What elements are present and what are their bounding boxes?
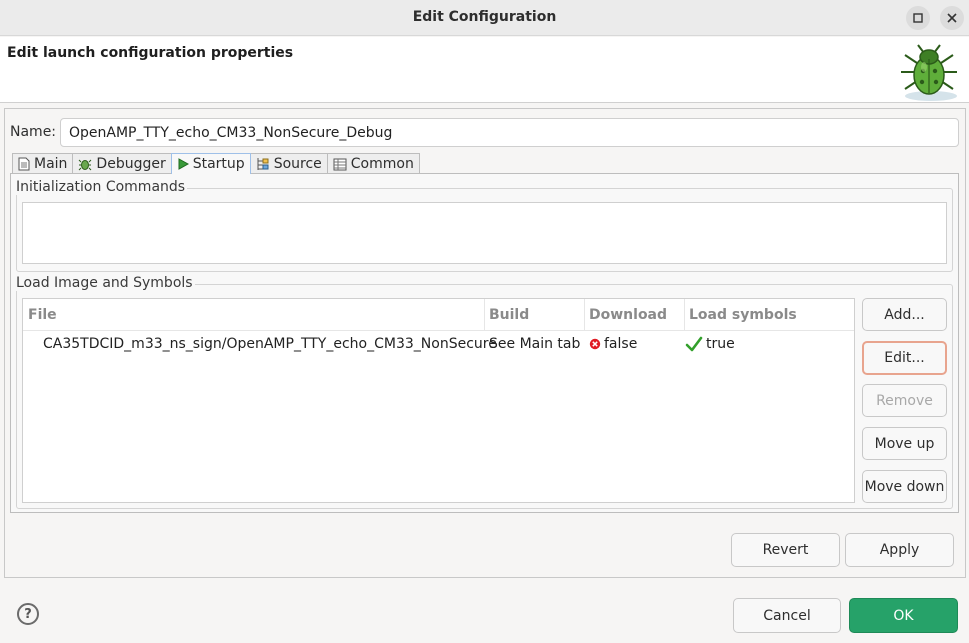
- debug-bug-icon: [901, 44, 957, 101]
- name-label: Name:: [10, 124, 57, 140]
- table-header: File Build Download Load symbols: [23, 299, 854, 331]
- tab-source-label: Source: [273, 156, 322, 172]
- move-up-button[interactable]: Move up: [862, 427, 947, 460]
- dialog-header: Edit launch configuration properties: [0, 37, 969, 103]
- add-button[interactable]: Add...: [862, 298, 947, 331]
- window-title: Edit Configuration: [412, 9, 557, 25]
- column-build[interactable]: Build: [489, 307, 529, 323]
- load-image-label: Load Image and Symbols: [16, 275, 195, 291]
- common-tab-icon: [333, 158, 347, 170]
- tab-startup-label: Startup: [192, 156, 245, 172]
- close-icon: [947, 13, 957, 23]
- init-commands-label: Initialization Commands: [16, 179, 188, 195]
- tab-debugger[interactable]: Debugger: [72, 153, 172, 174]
- help-icon[interactable]: ?: [17, 603, 39, 625]
- apply-button[interactable]: Apply: [845, 533, 954, 567]
- false-icon: [589, 338, 601, 350]
- maximize-icon: [913, 13, 923, 23]
- move-down-button[interactable]: Move down: [862, 470, 947, 503]
- row-file: CA35TDCID_m33_ns_sign/OpenAMP_TTY_echo_C…: [43, 336, 497, 352]
- revert-button[interactable]: Revert: [731, 533, 840, 567]
- tab-main[interactable]: Main: [12, 153, 74, 174]
- startup-tab-icon: [178, 158, 189, 170]
- cancel-button[interactable]: Cancel: [733, 598, 841, 633]
- row-build: See Main tab: [489, 336, 581, 352]
- tab-common[interactable]: Common: [326, 153, 420, 174]
- tab-common-label: Common: [350, 156, 414, 172]
- load-image-table: File Build Download Load symbols CA35TDC…: [22, 298, 855, 503]
- tab-source[interactable]: Source: [249, 153, 328, 174]
- debugger-tab-icon: [79, 159, 92, 171]
- edit-button[interactable]: Edit...: [862, 341, 947, 375]
- name-input[interactable]: [60, 118, 959, 147]
- row-load-symbols: true: [685, 336, 735, 352]
- main-tab-icon: [18, 157, 30, 171]
- tab-debugger-label: Debugger: [96, 156, 166, 172]
- header-heading: Edit launch configuration properties: [7, 45, 294, 61]
- column-load-symbols[interactable]: Load symbols: [689, 307, 797, 323]
- column-file[interactable]: File: [28, 307, 57, 323]
- title-bar: Edit Configuration: [0, 0, 969, 36]
- row-load-symbols-value: true: [706, 336, 735, 352]
- tab-startup[interactable]: Startup: [170, 153, 251, 174]
- maximize-button[interactable]: [906, 6, 930, 30]
- tab-main-label: Main: [34, 156, 68, 172]
- check-icon: [685, 336, 703, 352]
- column-download[interactable]: Download: [589, 307, 667, 323]
- tab-bar: Main Debugger Startup Source Common: [12, 153, 420, 174]
- init-commands-textarea[interactable]: [22, 202, 947, 264]
- remove-button[interactable]: Remove: [862, 384, 947, 417]
- ok-button[interactable]: OK: [849, 598, 958, 633]
- close-button[interactable]: [940, 6, 964, 30]
- row-download-value: false: [604, 336, 638, 352]
- row-download: false: [589, 336, 637, 352]
- source-tab-icon: [257, 158, 269, 170]
